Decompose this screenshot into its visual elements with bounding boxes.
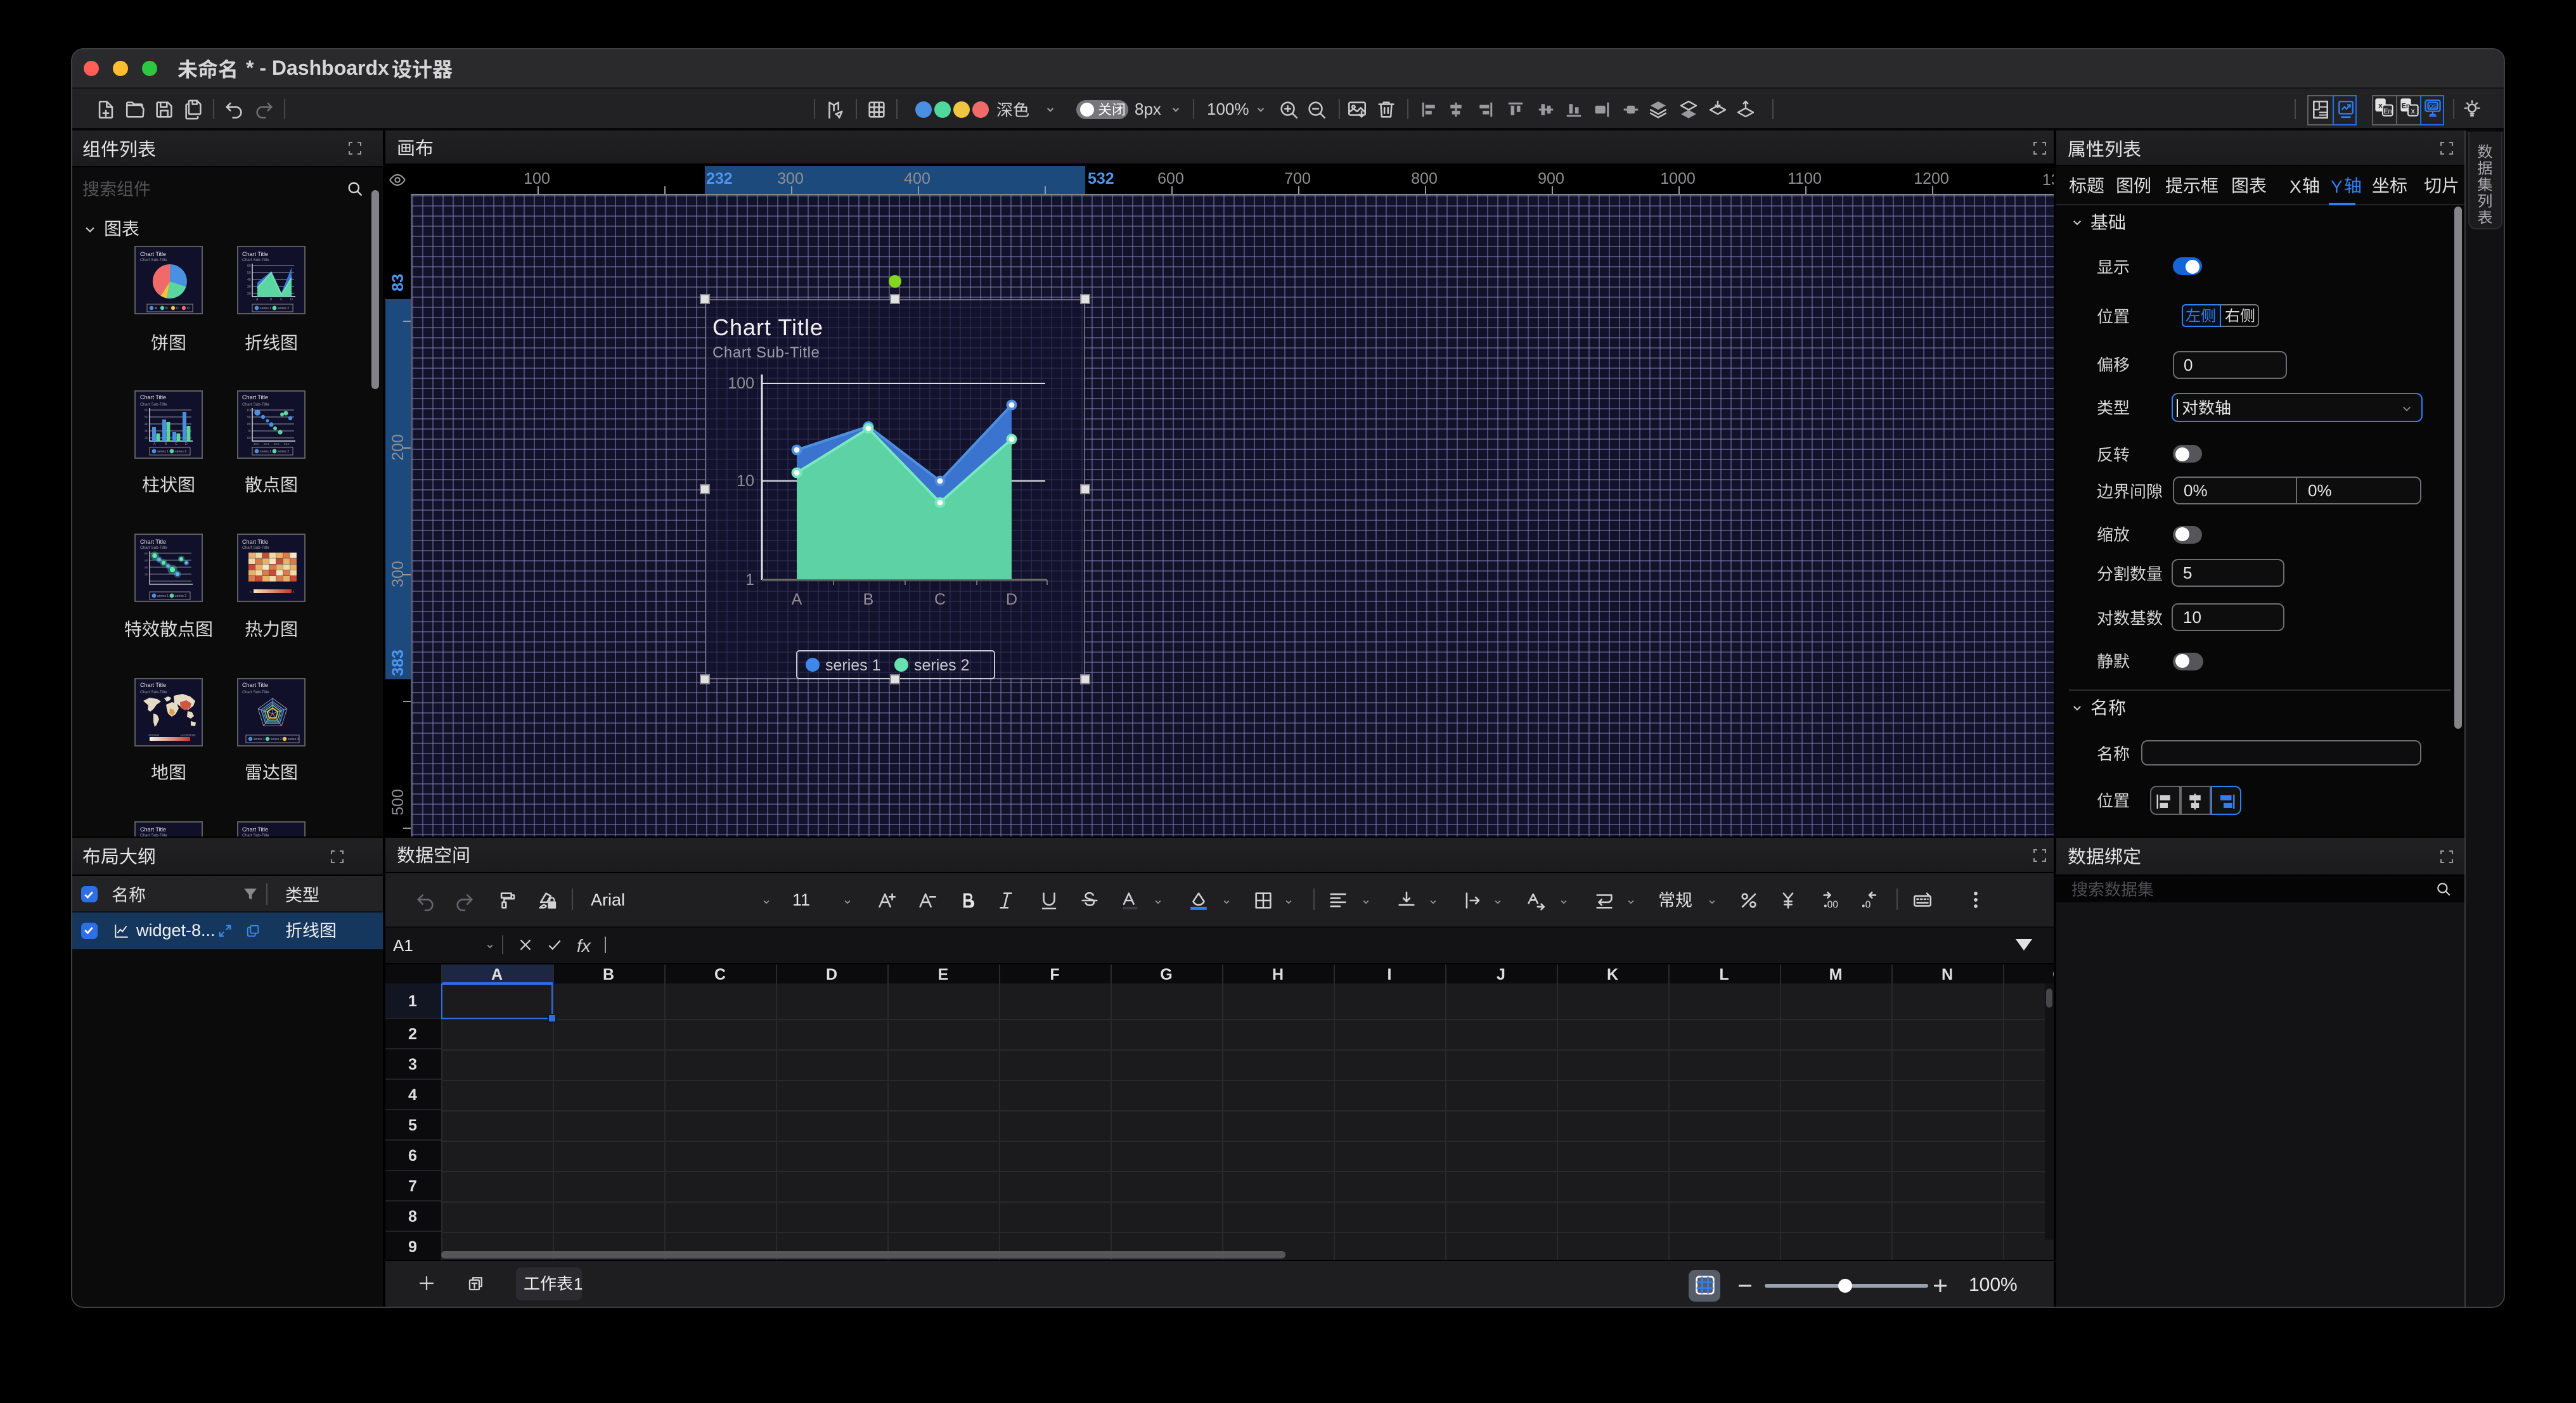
- svg-text:A: A: [255, 298, 258, 302]
- svg-text:60: 60: [145, 408, 148, 412]
- svg-text:30: 30: [145, 429, 148, 433]
- svg-text:C: C: [175, 442, 177, 445]
- svg-text:D: D: [187, 306, 190, 310]
- svg-text:100: 100: [727, 374, 754, 392]
- svg-text:series 2: series 2: [913, 656, 969, 674]
- svg-text:x: x: [2378, 101, 2383, 110]
- svg-text:En: En: [2401, 102, 2410, 110]
- svg-text:series 1: series 1: [259, 306, 271, 310]
- svg-text:30: 30: [145, 573, 148, 577]
- svg-text:series 1: series 1: [157, 450, 169, 454]
- svg-text:series 2: series 2: [277, 450, 288, 454]
- svg-text:80.8: 80.8: [273, 442, 279, 445]
- svg-text:OS: OS: [2428, 103, 2437, 110]
- svg-text:1433080080: 1433080080: [180, 733, 196, 736]
- svg-text:B: B: [165, 442, 167, 445]
- svg-text:60: 60: [145, 552, 148, 556]
- svg-text:C: C: [934, 590, 945, 608]
- svg-text:series 2: series 2: [175, 450, 186, 454]
- svg-text:D: D: [1005, 590, 1017, 608]
- svg-text:series 1: series 1: [259, 450, 271, 454]
- svg-text:B: B: [269, 298, 272, 302]
- svg-text:C: C: [280, 298, 282, 302]
- svg-text:B: B: [863, 590, 873, 608]
- svg-text:60: 60: [247, 436, 250, 440]
- svg-text:x: x: [2411, 106, 2414, 115]
- svg-text:series 2: series 2: [277, 306, 288, 310]
- svg-text:D: D: [185, 442, 188, 445]
- svg-text:50: 50: [145, 559, 148, 563]
- svg-text:20: 20: [145, 436, 148, 440]
- svg-text:0: 0: [249, 591, 251, 594]
- svg-text:D: D: [290, 298, 292, 302]
- svg-text:series 3: series 3: [287, 738, 299, 741]
- svg-text:4786980: 4786980: [148, 733, 160, 736]
- svg-text:series 2: series 2: [270, 738, 281, 741]
- svg-text:En: En: [2383, 108, 2392, 115]
- svg-text:60.4: 60.4: [263, 442, 269, 445]
- svg-text:A: A: [791, 590, 802, 608]
- svg-text:0: 0: [1865, 899, 1871, 909]
- svg-text:series 2: series 2: [175, 594, 186, 598]
- svg-text:5: 5: [292, 591, 294, 594]
- svg-text:80: 80: [247, 422, 250, 426]
- svg-text:1: 1: [745, 570, 754, 588]
- svg-text:00: 00: [1827, 899, 1838, 909]
- svg-text:10: 10: [736, 471, 754, 489]
- svg-text:30: 30: [247, 285, 250, 289]
- svg-text:70: 70: [247, 429, 250, 433]
- svg-text:series 1: series 1: [825, 656, 880, 674]
- svg-text:series 1: series 1: [157, 594, 169, 598]
- svg-text:60: 60: [247, 264, 250, 268]
- svg-text:20: 20: [247, 292, 250, 296]
- svg-text:B: B: [165, 306, 168, 310]
- svg-text:50: 50: [145, 415, 148, 419]
- svg-text:40: 40: [145, 422, 148, 426]
- svg-text:series 1: series 1: [253, 738, 264, 741]
- svg-text:A: A: [155, 306, 157, 310]
- svg-text:95.2: 95.2: [283, 442, 289, 445]
- svg-text:40: 40: [145, 566, 148, 570]
- svg-text:100: 100: [246, 408, 252, 412]
- svg-text:50: 50: [247, 271, 250, 275]
- svg-text:90: 90: [247, 415, 250, 419]
- svg-text:C: C: [176, 306, 179, 310]
- svg-text:A: A: [153, 442, 156, 445]
- svg-text:40.0: 40.0: [253, 442, 259, 445]
- svg-text:40: 40: [247, 278, 250, 282]
